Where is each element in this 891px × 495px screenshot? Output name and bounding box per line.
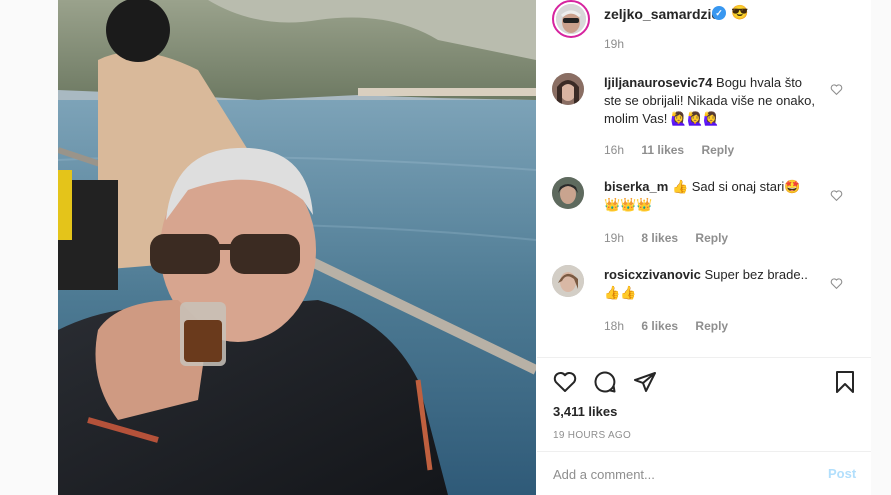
comment-time[interactable]: 16h — [604, 143, 624, 157]
post-photo-image — [58, 0, 536, 495]
comment-avatar-image — [552, 177, 584, 209]
post-photo[interactable] — [58, 0, 536, 495]
author-username[interactable]: zeljko_samardzic — [604, 6, 719, 22]
comment-avatar[interactable] — [552, 177, 584, 209]
comment-reply-button[interactable]: Reply — [695, 319, 728, 333]
comment-item: ljiljanaurosevic74 Bogu hvala što ste se… — [537, 60, 871, 164]
post-comment-button[interactable]: Post — [828, 466, 856, 481]
comment-likes[interactable]: 11 likes — [641, 143, 684, 157]
comment-avatar-image — [552, 265, 584, 297]
comment-input[interactable] — [553, 464, 813, 484]
comment-text-block: biserka_m 👍 Sad si onaj stari🤩 👑👑👑 — [604, 178, 816, 214]
post-side-panel: zeljko_samardzic ✓ 😎 19h ljiljanaurosevi… — [537, 0, 871, 495]
heart-icon[interactable] — [553, 370, 577, 394]
bookmark-icon[interactable] — [833, 370, 857, 394]
comment-likes[interactable]: 8 likes — [641, 231, 678, 245]
comment-avatar[interactable] — [552, 73, 584, 105]
comment-item: biserka_m 👍 Sad si onaj stari🤩 👑👑👑 19h 8… — [537, 164, 871, 252]
share-icon[interactable] — [633, 370, 657, 394]
comment-avatar[interactable] — [552, 265, 584, 297]
post-actions-bar — [537, 358, 871, 398]
post-timestamp[interactable]: 19h — [604, 37, 624, 51]
comment-heart-icon[interactable] — [830, 277, 843, 290]
comment-username[interactable]: ljiljanaurosevic74 — [604, 75, 712, 90]
comments-list: ljiljanaurosevic74 Bogu hvala što ste se… — [537, 60, 871, 356]
comment-heart-icon[interactable] — [830, 83, 843, 96]
author-avatar-image — [556, 4, 586, 34]
post-age[interactable]: 19 HOURS AGO — [553, 430, 631, 441]
comment-avatar-image — [552, 73, 584, 105]
author-emoji: 😎 — [731, 4, 749, 20]
comment-username[interactable]: biserka_m — [604, 179, 668, 194]
comment-meta: 19h 8 likes Reply — [604, 231, 742, 245]
comment-meta: 16h 11 likes Reply — [604, 143, 748, 157]
comment-item: rosicxzivanovic Super bez brade.. 👍👍 18h… — [537, 252, 871, 340]
verified-badge-icon: ✓ — [712, 6, 726, 20]
author-avatar[interactable] — [552, 0, 590, 38]
comment-text-block: ljiljanaurosevic74 Bogu hvala što ste se… — [604, 74, 816, 128]
comment-likes[interactable]: 6 likes — [641, 319, 678, 333]
comment-reply-button[interactable]: Reply — [695, 231, 728, 245]
comment-text-block: rosicxzivanovic Super bez brade.. 👍👍 — [604, 266, 816, 302]
comment-username[interactable]: rosicxzivanovic — [604, 267, 701, 282]
comment-meta: 18h 6 likes Reply — [604, 319, 742, 333]
comment-reply-button[interactable]: Reply — [701, 143, 734, 157]
post-header: zeljko_samardzic ✓ 😎 19h — [537, 0, 871, 60]
likes-total[interactable]: 3,411 likes — [553, 404, 617, 419]
add-comment-bar: Post — [537, 451, 871, 495]
comment-time[interactable]: 19h — [604, 231, 624, 245]
comment-heart-icon[interactable] — [830, 189, 843, 202]
comment-icon[interactable] — [593, 370, 617, 394]
comment-time[interactable]: 18h — [604, 319, 624, 333]
